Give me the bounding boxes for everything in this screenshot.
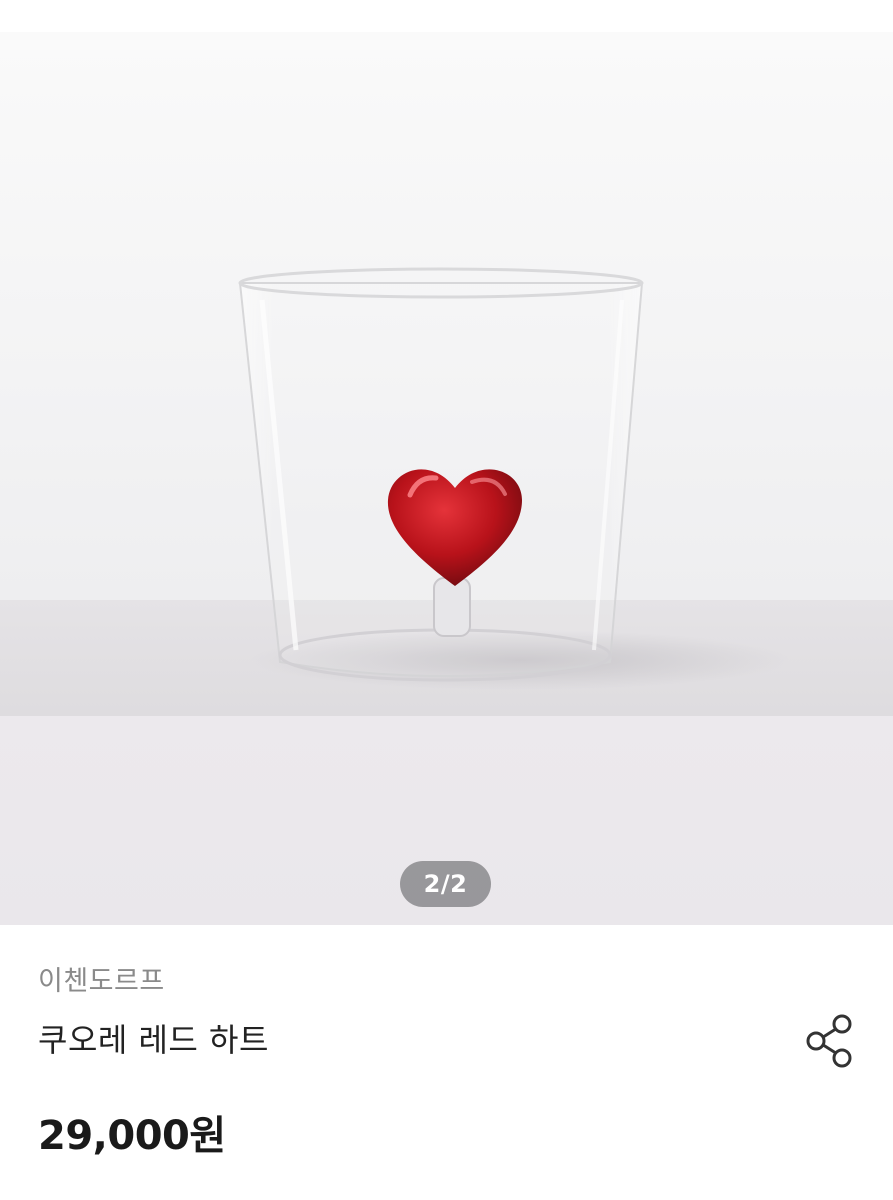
brand-name[interactable]: 이첸도르프 bbox=[38, 959, 165, 998]
product-info: 이첸도르프 쿠오레 레드 하트 29,000원 bbox=[0, 925, 893, 1200]
product-image-gallery[interactable]: 2/2 bbox=[0, 0, 893, 925]
product-photo bbox=[238, 267, 790, 690]
heart-stem bbox=[433, 577, 471, 637]
product-detail-page: 2/2 이첸도르프 쿠오레 레드 하트 29,000원 bbox=[0, 0, 893, 1200]
share-button[interactable] bbox=[800, 1011, 860, 1071]
product-price: 29,000원 bbox=[38, 1113, 226, 1159]
image-pager-indicator: 2/2 bbox=[400, 861, 491, 907]
share-icon bbox=[806, 1014, 852, 1068]
product-title: 쿠오레 레드 하트 bbox=[38, 1021, 269, 1059]
